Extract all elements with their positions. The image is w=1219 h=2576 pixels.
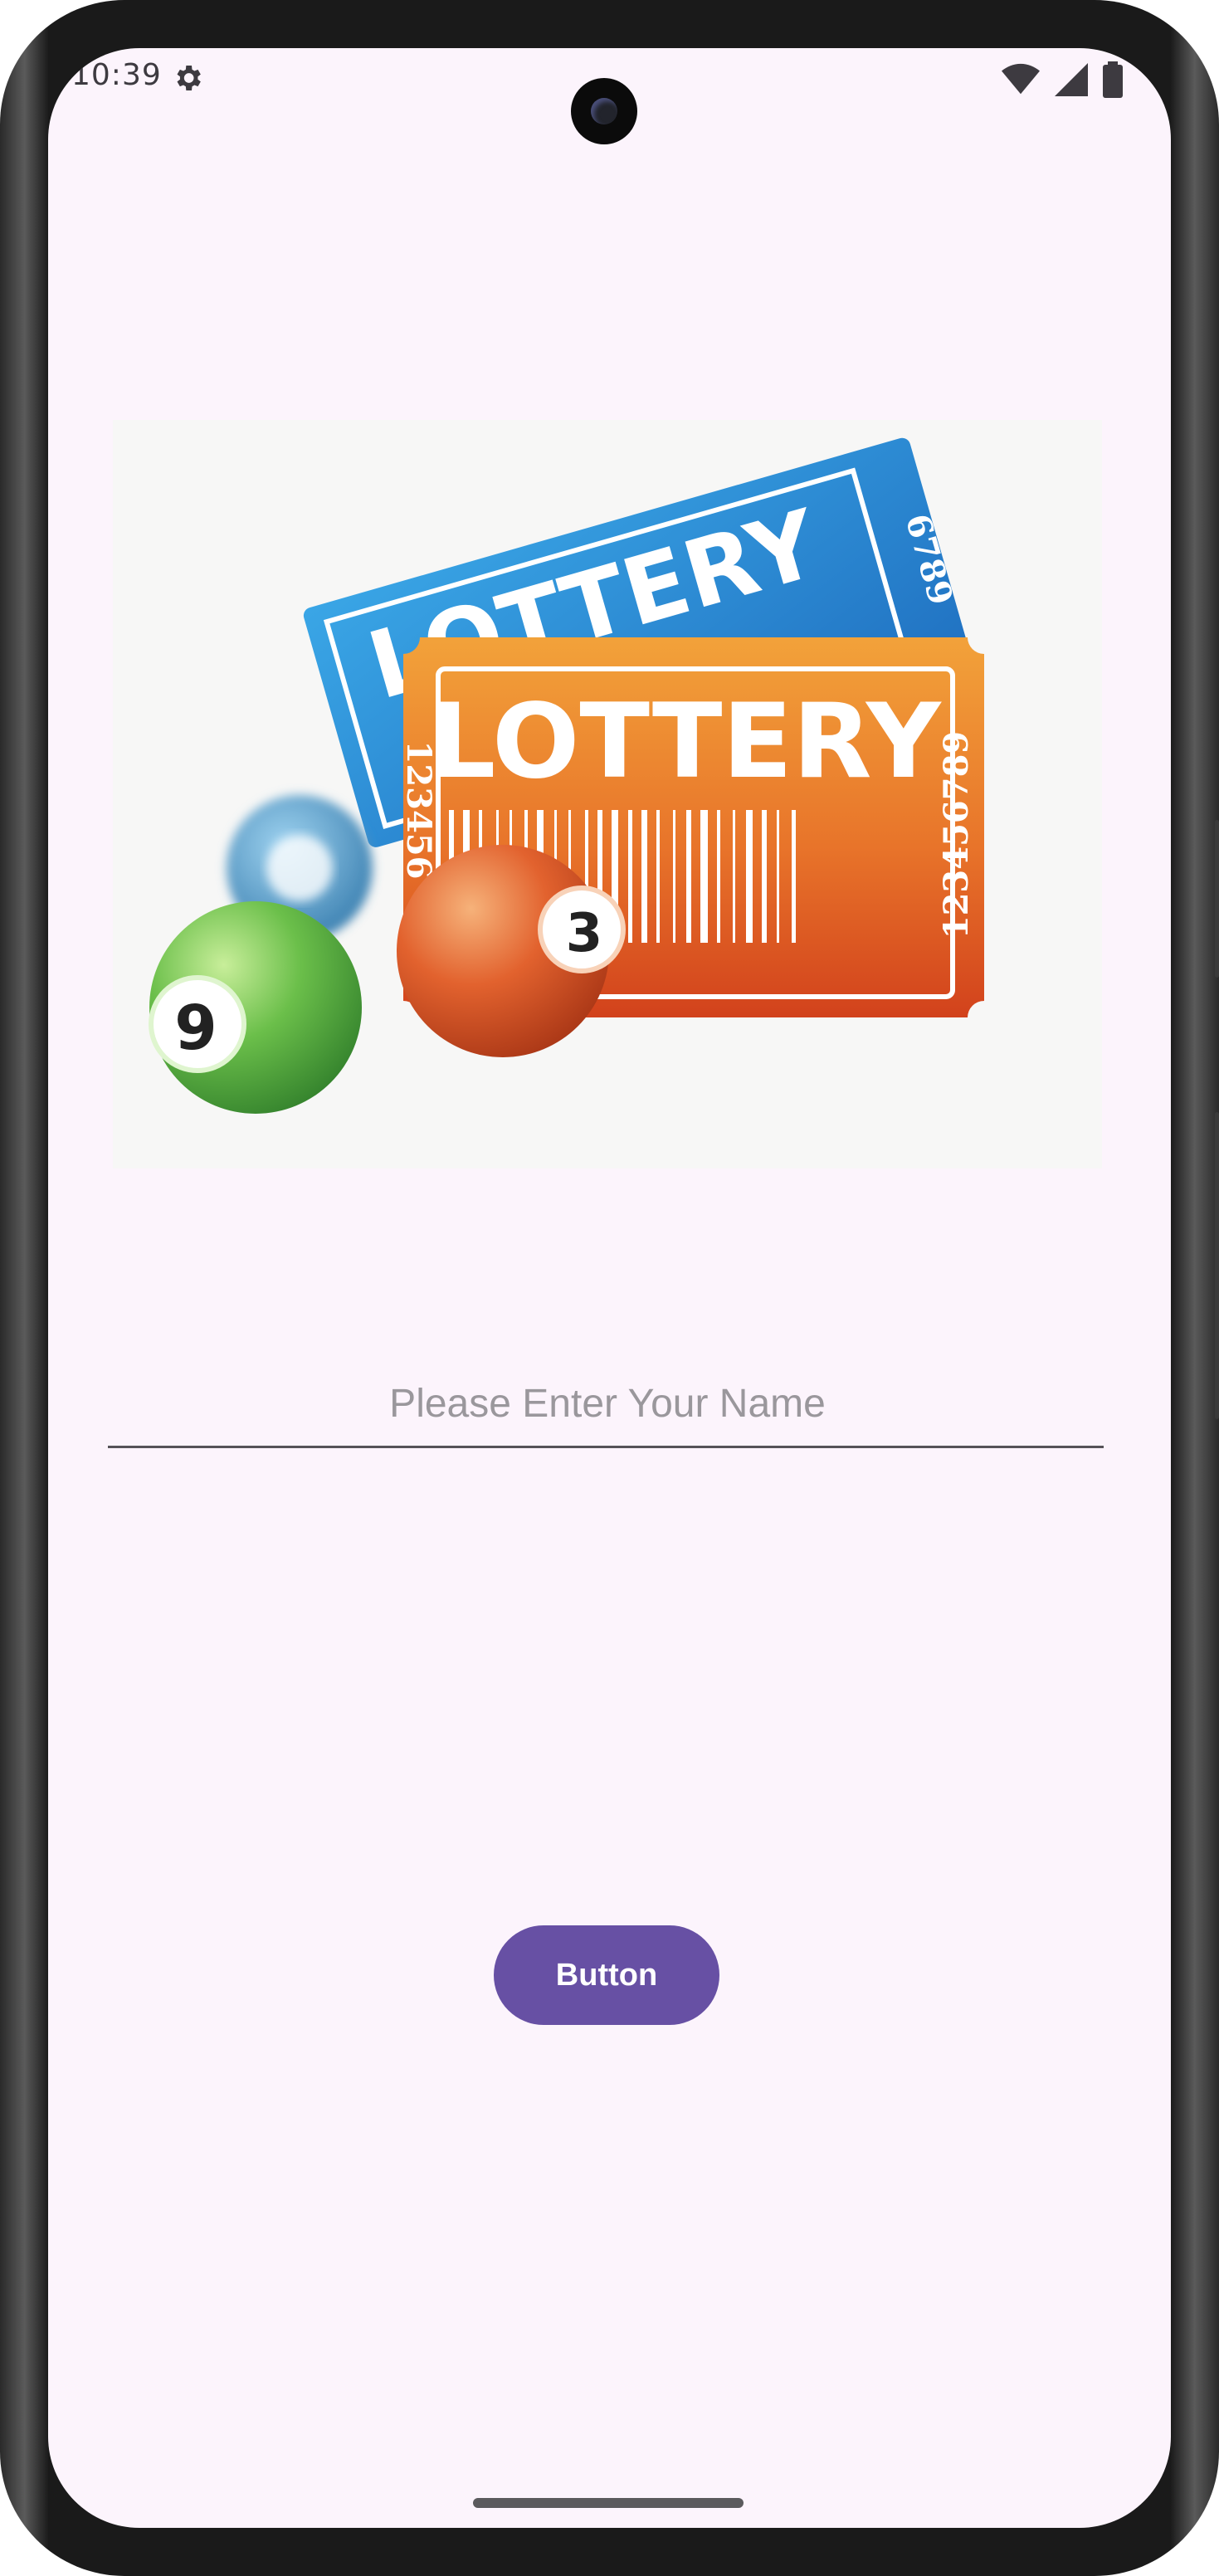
status-time: 10:39 — [71, 58, 162, 92]
ticket-front-title-text: LOTTERY — [430, 682, 941, 802]
barcode-bar — [700, 810, 708, 943]
barcode-bar — [792, 810, 796, 943]
name-input-field[interactable] — [108, 1359, 1107, 1448]
volume-button — [1215, 820, 1219, 978]
status-icons — [1002, 61, 1123, 98]
wifi-icon — [1002, 63, 1040, 95]
submit-button[interactable]: Button — [494, 1925, 719, 2025]
status-bar: 10:39 — [48, 48, 1171, 144]
barcode-bar — [717, 810, 720, 943]
cellular-signal-icon — [1055, 63, 1088, 96]
barcode-bar — [656, 810, 660, 943]
barcode-bar — [686, 810, 691, 943]
barcode-bar — [628, 810, 632, 943]
front-camera — [571, 78, 637, 144]
barcode-bar — [673, 810, 675, 943]
home-indicator[interactable] — [473, 2498, 744, 2508]
ball-orange-number: 3 — [566, 903, 603, 964]
app-screen: 10:39 LOTTERY 6789 LOTTERY 123456 123456… — [48, 48, 1171, 2528]
barcode-bar — [641, 810, 647, 943]
ball-green-number: 9 — [174, 993, 217, 1064]
power-button — [1215, 1112, 1219, 1419]
barcode-bar — [762, 810, 767, 943]
battery-icon — [1103, 61, 1123, 98]
name-input[interactable] — [108, 1359, 1107, 1447]
lottery-hero-image: LOTTERY 6789 LOTTERY 123456 123456789 3 — [113, 420, 1102, 1168]
ticket-front-serial-left: 123456 — [399, 741, 438, 880]
ticket-front-serial-right: 123456789 — [937, 731, 976, 939]
barcode-bar — [777, 810, 779, 943]
lottery-illustration: LOTTERY 6789 LOTTERY 123456 123456789 3 — [149, 437, 984, 1114]
green-lottery-ball: 9 — [149, 901, 362, 1114]
settings-gear-icon — [177, 66, 201, 90]
barcode-bar — [746, 810, 753, 943]
barcode-bar — [733, 810, 735, 943]
